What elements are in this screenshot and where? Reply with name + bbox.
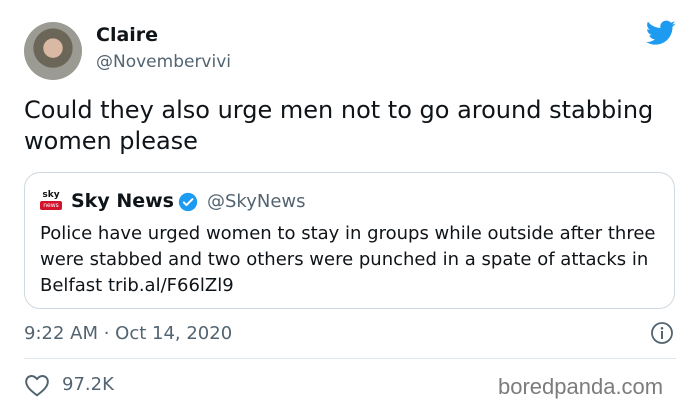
divider (24, 358, 676, 359)
quoted-handle[interactable]: @SkyNews (207, 191, 306, 212)
boredpanda-watermark: boredpanda.com (498, 374, 664, 399)
news-logo-text: news (40, 201, 62, 210)
author-handle[interactable]: @Novembervivi (96, 52, 231, 72)
avatar[interactable] (24, 22, 82, 80)
like-count[interactable]: 97.2K (62, 374, 114, 395)
quoted-tweet[interactable]: sky news Sky News @SkyNews Police have u… (24, 172, 675, 309)
heart-icon[interactable] (24, 373, 50, 397)
verified-badge-icon (178, 192, 198, 212)
tweet-timestamp[interactable]: 9:22 AM · Oct 14, 2020 (24, 323, 232, 344)
quoted-tweet-text: Police have urged women to stay in group… (40, 223, 656, 296)
author-display-name[interactable]: Claire (96, 24, 158, 46)
sky-news-logo: sky news (40, 190, 62, 212)
tweet-text: Could they also urge men not to go aroun… (24, 96, 654, 155)
info-icon[interactable] (650, 321, 674, 345)
quoted-display-name[interactable]: Sky News (71, 190, 174, 212)
sky-logo-text: sky (42, 190, 60, 200)
twitter-bird-icon[interactable] (646, 20, 676, 46)
